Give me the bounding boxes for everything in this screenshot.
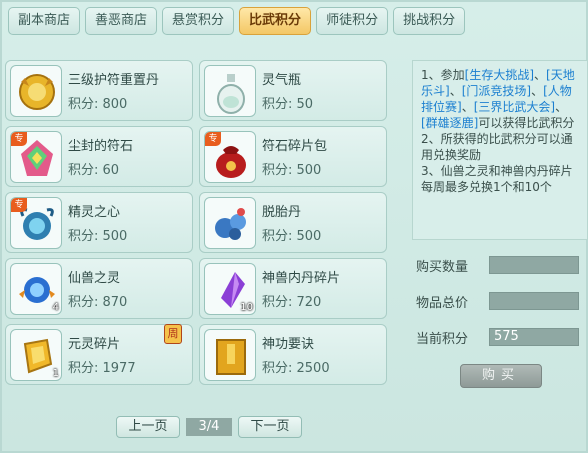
weekly-limit-badge: 周 — [164, 324, 182, 344]
red-pouch-icon: 专 — [204, 131, 256, 183]
link-sanjie-tournament[interactable]: [三界比武大会] — [474, 100, 555, 114]
item-name: 神兽内丹碎片 — [262, 271, 341, 286]
blue-orb-icon: 4 — [10, 263, 62, 315]
item-points: 积分: 720 — [262, 295, 322, 310]
rule-1-prefix: 1、参加 — [421, 68, 465, 82]
score-shop-panel: 副本商店 善恶商店 悬赏积分 比武积分 师徒积分 挑战积分 三级护符重置丹 积分… — [0, 0, 588, 453]
list-item[interactable]: 专 符石碎片包 积分: 500 — [199, 126, 387, 187]
prev-page-button[interactable]: 上一页 — [116, 416, 180, 438]
item-name: 符石碎片包 — [262, 139, 328, 154]
gold-shard-icon: 1 — [10, 329, 62, 381]
list-item[interactable]: 三级护符重置丹 积分: 800 — [5, 60, 193, 121]
item-points: 积分: 50 — [262, 97, 314, 112]
current-points-label: 当前积分 — [416, 332, 469, 347]
current-points-field: 575 — [489, 328, 579, 346]
total-price-field — [489, 292, 579, 310]
tab-dungeon-shop[interactable]: 副本商店 — [8, 7, 81, 35]
purple-crystal-icon: 10 — [204, 263, 256, 315]
item-points: 积分: 500 — [68, 229, 128, 244]
tab-mentor-points[interactable]: 师徒积分 — [316, 7, 389, 35]
total-price-label: 物品总价 — [416, 296, 469, 311]
gold-amulet-icon — [10, 65, 62, 117]
list-item[interactable]: 10 神兽内丹碎片 积分: 720 — [199, 258, 387, 319]
tab-challenge-points[interactable]: 挑战积分 — [393, 7, 466, 35]
tab-karma-shop[interactable]: 善恶商店 — [85, 7, 158, 35]
quantity-badge: 1 — [52, 368, 59, 379]
exclusive-badge: 专 — [11, 132, 27, 146]
item-points: 积分: 2500 — [262, 361, 330, 376]
quantity-badge: 4 — [52, 302, 59, 313]
item-points: 积分: 500 — [262, 163, 322, 178]
item-points: 积分: 500 — [262, 229, 322, 244]
list-item[interactable]: 专 精灵之心 积分: 500 — [5, 192, 193, 253]
rune-stone-icon: 专 — [10, 131, 62, 183]
quantity-badge: 10 — [240, 302, 253, 313]
rule-3: 3、仙兽之灵和神兽内丹碎片每周最多兑换1个和10个 — [421, 164, 573, 194]
exclusive-badge: 专 — [205, 132, 221, 146]
next-page-button[interactable]: 下一页 — [238, 416, 302, 438]
spirit-bottle-icon — [204, 65, 256, 117]
list-item[interactable]: 灵气瓶 积分: 50 — [199, 60, 387, 121]
link-qunxiong-zhulu[interactable]: [群雄逐鹿] — [421, 116, 478, 130]
rules-description: 1、参加[生存大挑战]、[天地乐斗]、[门派竞技场]、[人物排位赛]、[三界比武… — [412, 60, 588, 240]
tab-bounty-points[interactable]: 悬赏积分 — [162, 7, 235, 35]
list-item[interactable]: 4 仙兽之灵 积分: 870 — [5, 258, 193, 319]
item-points: 积分: 60 — [68, 163, 120, 178]
gold-book-icon — [204, 329, 256, 381]
quantity-label: 购买数量 — [416, 260, 469, 275]
item-name: 神功要诀 — [262, 337, 315, 352]
item-name: 仙兽之灵 — [68, 271, 121, 286]
buy-button[interactable]: 购买 — [460, 364, 542, 388]
item-name: 尘封的符石 — [68, 139, 134, 154]
item-points: 积分: 870 — [68, 295, 128, 310]
item-points: 积分: 1977 — [68, 361, 136, 376]
item-name: 三级护符重置丹 — [68, 73, 160, 88]
rule-1-suffix: 可以获得比武积分 — [478, 116, 575, 130]
link-survival-challenge[interactable]: [生存大挑战] — [465, 68, 534, 82]
page-indicator: 3/4 — [186, 418, 232, 436]
item-name: 脱胎丹 — [262, 205, 302, 220]
link-sect-arena[interactable]: [门派竞技场] — [462, 84, 531, 98]
spirit-heart-icon: 专 — [10, 197, 62, 249]
rule-2: 2、所获得的比武积分可以通用兑换奖励 — [421, 132, 573, 162]
list-item[interactable]: 脱胎丹 积分: 500 — [199, 192, 387, 253]
list-item[interactable]: 神功要诀 积分: 2500 — [199, 324, 387, 385]
quantity-field[interactable] — [489, 256, 579, 274]
tab-bar: 副本商店 善恶商店 悬赏积分 比武积分 师徒积分 挑战积分 — [8, 7, 470, 35]
item-name: 元灵碎片 — [68, 337, 121, 352]
pill-icon — [204, 197, 256, 249]
item-points: 积分: 800 — [68, 97, 128, 112]
exclusive-badge: 专 — [11, 198, 27, 212]
item-name: 精灵之心 — [68, 205, 121, 220]
list-item[interactable]: 专 尘封的符石 积分: 60 — [5, 126, 193, 187]
tab-arena-points[interactable]: 比武积分 — [239, 7, 312, 35]
item-name: 灵气瓶 — [262, 73, 302, 88]
